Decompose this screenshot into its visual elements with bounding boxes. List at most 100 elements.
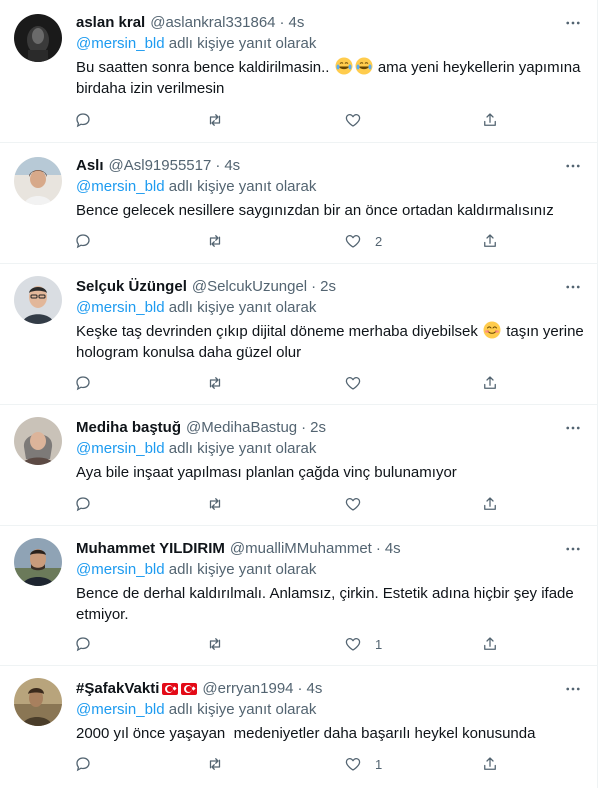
retweet-icon — [209, 114, 221, 126]
like-button[interactable]: 1 — [344, 754, 382, 774]
reply-timeline: aslan kral @aslankral331864 · 4s @mersin… — [0, 0, 598, 788]
more-icon[interactable] — [562, 155, 584, 177]
reply-button[interactable] — [74, 110, 92, 130]
joy-emoji — [355, 57, 373, 75]
like-button[interactable]: 2 — [344, 231, 382, 251]
reply-button[interactable] — [74, 494, 92, 514]
tweet[interactable]: Aslı @Asl91955517 · 4s @mersin_bld adlı … — [0, 143, 598, 264]
replying-to: @mersin_bld adlı kişiye yanıt olarak — [76, 177, 584, 197]
share-button[interactable] — [481, 373, 499, 393]
more-icon[interactable] — [562, 276, 584, 298]
author-handle[interactable]: @MedihaBastug — [186, 417, 297, 439]
tweet-actions — [0, 494, 598, 514]
retweet-icon — [209, 758, 221, 770]
retweet-button[interactable] — [206, 373, 224, 393]
retweet-button[interactable] — [206, 494, 224, 514]
timestamp[interactable]: 4s — [289, 12, 305, 34]
retweet-icon — [209, 377, 221, 389]
mention-link[interactable]: @mersin_bld — [76, 299, 165, 316]
reply-bubble-icon — [76, 497, 90, 512]
retweet-button[interactable] — [206, 634, 224, 654]
author-name[interactable]: Mediha baştuğ — [76, 417, 181, 439]
share-button[interactable] — [481, 634, 499, 654]
like-button[interactable] — [344, 110, 375, 130]
author-handle[interactable]: @erryan1994 — [202, 678, 293, 700]
share-button[interactable] — [481, 110, 499, 130]
retweet-button[interactable] — [206, 231, 224, 251]
author-name[interactable]: Muhammet YILDIRIM — [76, 538, 225, 560]
author-name[interactable]: Aslı — [76, 155, 104, 177]
tweet-text: Bence de derhal kaldırılmalı. Anlamsız, … — [76, 585, 574, 623]
timestamp[interactable]: 2s — [320, 276, 336, 298]
tweet[interactable]: Selçuk Üzüngel @SelcukUzungel · 2s @mers… — [0, 264, 598, 405]
tweet[interactable]: #ŞafakVakti @erryan1994 · 4s @mersin_bld… — [0, 666, 598, 788]
timestamp[interactable]: 2s — [310, 417, 326, 439]
separator-dot: · — [375, 540, 381, 557]
heart-icon — [345, 497, 361, 511]
more-icon[interactable] — [562, 12, 584, 34]
tweet-text: Bu saatten sonra bence kaldirilmasin.. a… — [76, 57, 584, 99]
separator-dot: · — [297, 680, 303, 697]
reply-button[interactable] — [74, 373, 92, 393]
author-handle[interactable]: @Asl91955517 — [109, 155, 212, 177]
reply-button[interactable] — [74, 231, 92, 251]
heart-icon — [345, 757, 361, 771]
author-name[interactable]: #ŞafakVakti — [76, 678, 159, 700]
author-name[interactable]: Selçuk Üzüngel — [76, 276, 187, 298]
timestamp[interactable]: 4s — [307, 678, 323, 700]
like-button[interactable]: 1 — [344, 634, 382, 654]
share-icon — [484, 497, 496, 510]
mention-link[interactable]: @mersin_bld — [76, 440, 165, 457]
separator-dot: · — [311, 278, 317, 295]
author-handle[interactable]: @SelcukUzungel — [192, 276, 307, 298]
share-button[interactable] — [481, 754, 499, 774]
avatar[interactable] — [14, 678, 62, 726]
avatar[interactable] — [14, 276, 62, 324]
share-button[interactable] — [481, 231, 499, 251]
like-button[interactable] — [344, 494, 375, 514]
mention-link[interactable]: @mersin_bld — [76, 561, 165, 578]
tweet-actions: 1 — [0, 754, 598, 774]
mention-link[interactable]: @mersin_bld — [76, 35, 165, 52]
retweet-button[interactable] — [206, 754, 224, 774]
heart-icon — [345, 234, 361, 248]
timestamp[interactable]: 4s — [224, 155, 240, 177]
reply-bubble-icon — [76, 234, 90, 249]
tweet-text-part: Bu saatten sonra bence kaldirilmasin.. — [76, 59, 330, 76]
tweet-text: Aya bile inşaat yapılması planlan çağda … — [76, 464, 457, 481]
like-button[interactable] — [344, 373, 375, 393]
mention-link[interactable]: @mersin_bld — [76, 701, 165, 718]
more-icon[interactable] — [562, 678, 584, 700]
tweet[interactable]: Mediha baştuğ @MedihaBastug · 2s @mersin… — [0, 405, 598, 526]
reply-button[interactable] — [74, 754, 92, 774]
reply-suffix: adlı kişiye yanıt olarak — [168, 561, 317, 578]
avatar[interactable] — [14, 417, 62, 465]
author-name[interactable]: aslan kral — [76, 12, 145, 34]
more-icon[interactable] — [562, 417, 584, 439]
retweet-button[interactable] — [206, 110, 224, 130]
separator-dot: · — [279, 14, 285, 31]
avatar[interactable] — [14, 538, 62, 586]
tweet[interactable]: Muhammet YILDIRIM @mualliMMuhammet · 4s … — [0, 526, 598, 666]
retweet-icon — [209, 235, 221, 247]
heart-icon — [345, 113, 361, 127]
share-button[interactable] — [481, 494, 499, 514]
timestamp[interactable]: 4s — [385, 538, 401, 560]
turkey-flag-icon — [162, 683, 179, 695]
tweet[interactable]: aslan kral @aslankral331864 · 4s @mersin… — [0, 0, 598, 143]
author-handle[interactable]: @mualliMMuhammet — [230, 538, 372, 560]
share-icon — [484, 757, 496, 770]
heart-icon — [345, 376, 361, 390]
reply-bubble-icon — [76, 113, 90, 128]
reply-bubble-icon — [76, 757, 90, 772]
tweet-text: 2000 yıl önce yaşayan medeniyetler daha … — [76, 725, 536, 742]
avatar[interactable] — [14, 157, 62, 205]
replying-to: @mersin_bld adlı kişiye yanıt olarak — [76, 34, 584, 54]
avatar[interactable] — [14, 14, 62, 62]
author-handle[interactable]: @aslankral331864 — [150, 12, 275, 34]
tweet-text-part: Keşke taş devrinden çıkıp dijital döneme… — [76, 323, 478, 340]
smiling-face-emoji — [483, 321, 501, 339]
more-icon[interactable] — [562, 538, 584, 560]
mention-link[interactable]: @mersin_bld — [76, 178, 165, 195]
reply-button[interactable] — [74, 634, 92, 654]
